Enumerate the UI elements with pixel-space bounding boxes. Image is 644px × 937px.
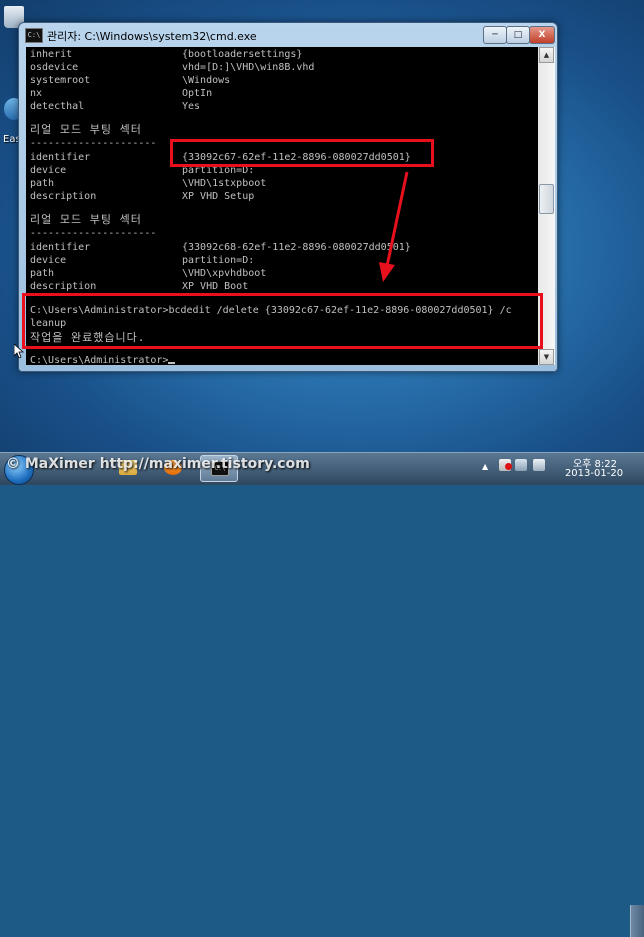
console-line: path \VHD\1stxpboot — [30, 178, 267, 189]
console-line: description XP VHD Boot — [30, 281, 249, 292]
console-line: device partition=D: — [30, 165, 255, 176]
console-line: inherit {bootloadersettings} — [30, 49, 303, 60]
mouse-pointer-icon — [14, 344, 24, 358]
console-line: identifier {33092c67-62ef-11e2-8896-08002… — [30, 152, 411, 163]
title-bar[interactable]: C:\ 관리자: C:\Windows\system32\cmd.exe ─ □… — [19, 23, 557, 47]
console-line: nx OptIn — [30, 88, 213, 99]
clock-date[interactable]: 2013-01-20 — [561, 468, 627, 479]
console-section-heading: 리얼 모드 부팅 섹터 — [30, 213, 142, 226]
console-line: detecthal Yes — [30, 101, 201, 112]
console-divider: --------------------- — [30, 138, 157, 149]
scroll-thumb[interactable] — [539, 184, 554, 214]
minimize-button[interactable]: ─ — [483, 26, 507, 44]
maximize-button[interactable]: □ — [506, 26, 530, 44]
show-desktop-button[interactable] — [630, 905, 644, 937]
window-title: 관리자: C:\Windows\system32\cmd.exe — [47, 30, 257, 43]
console-section-heading: 리얼 모드 부팅 섹터 — [30, 123, 142, 136]
watermark: © MaXimer http://maximer.tistory.com — [6, 456, 310, 472]
network-icon[interactable] — [515, 459, 527, 471]
console-line: device partition=D: — [30, 255, 255, 266]
identifier-highlight-box — [170, 139, 434, 167]
console-line: osdevice vhd=[D:]\VHD\win8B.vhd — [30, 62, 315, 73]
scroll-up-button[interactable]: ▲ — [539, 47, 554, 63]
alert-badge-icon — [505, 463, 512, 470]
text-cursor — [168, 362, 176, 364]
console-line: systemroot \Windows — [30, 75, 231, 86]
volume-icon[interactable] — [533, 459, 545, 471]
console-prompt[interactable]: C:\Users\Administrator> — [30, 354, 176, 365]
command-highlight-box — [22, 293, 543, 349]
close-button[interactable]: X — [529, 26, 555, 44]
console-line: description XP VHD Setup — [30, 191, 255, 202]
console-divider: --------------------- — [30, 228, 157, 239]
console-line: identifier {33092c68-62ef-11e2-8896-08002… — [30, 242, 411, 253]
console-line: path \VHD\xpvhdboot — [30, 268, 267, 279]
scroll-down-button[interactable]: ▼ — [539, 349, 554, 365]
cmd-app-icon[interactable]: C:\ — [25, 28, 43, 43]
show-hidden-icons-button[interactable]: ▲ — [482, 462, 488, 471]
